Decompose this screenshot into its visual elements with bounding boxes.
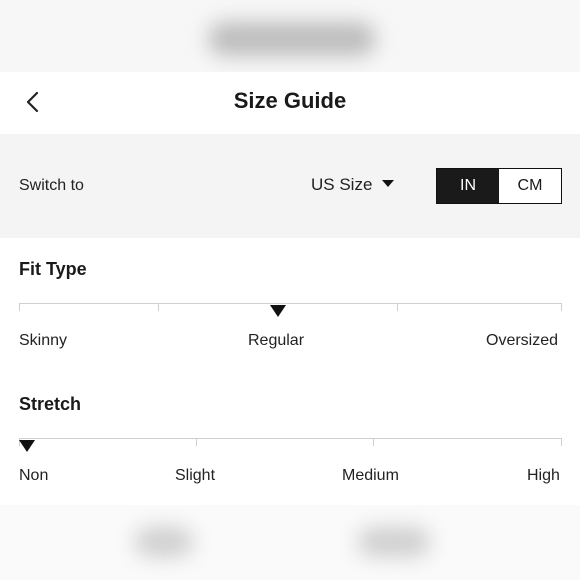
stretch-label-high: High <box>527 467 560 484</box>
page-title: Size Guide <box>233 88 347 113</box>
scale-tick <box>373 438 374 446</box>
unit-in-button[interactable]: IN <box>437 169 499 203</box>
blurred-top-bar <box>0 0 580 72</box>
fit-label-oversized: Oversized <box>486 332 559 349</box>
blurred-bottom-bar <box>0 505 580 580</box>
scale-tick <box>561 438 562 446</box>
scale-tick <box>19 303 20 311</box>
fit-type-title: Fit Type <box>19 259 87 279</box>
stretch-scale <box>19 438 562 439</box>
stretch-label-slight: Slight <box>175 467 216 484</box>
switch-label: Switch to <box>19 177 84 194</box>
fit-type-marker <box>270 305 286 317</box>
blurred-content <box>135 527 193 557</box>
fit-type-scale <box>19 303 562 304</box>
unit-cm-button[interactable]: CM <box>499 169 561 203</box>
blurred-content <box>358 527 430 557</box>
blurred-content <box>208 22 376 56</box>
scale-tick <box>397 303 398 311</box>
unit-switch-bar: Switch to US Size IN CM <box>0 134 580 238</box>
fit-label-regular: Regular <box>248 332 305 349</box>
unit-toggle: IN CM <box>436 168 562 204</box>
stretch-label-medium: Medium <box>342 467 399 484</box>
header: Size Guide <box>0 72 580 134</box>
scale-tick <box>196 438 197 446</box>
stretch-title: Stretch <box>19 394 82 414</box>
fit-label-skinny: Skinny <box>19 332 68 349</box>
caret-down-icon <box>382 180 395 188</box>
scale-tick <box>561 303 562 311</box>
size-system-dropdown[interactable]: US Size <box>311 175 395 195</box>
size-system-value: US Size <box>311 175 373 194</box>
scale-tick <box>158 303 159 311</box>
stretch-marker <box>19 440 35 452</box>
size-guide-page: Size Guide Switch to US Size IN CM Fit T… <box>0 0 580 580</box>
stretch-label-non: Non <box>19 467 49 484</box>
